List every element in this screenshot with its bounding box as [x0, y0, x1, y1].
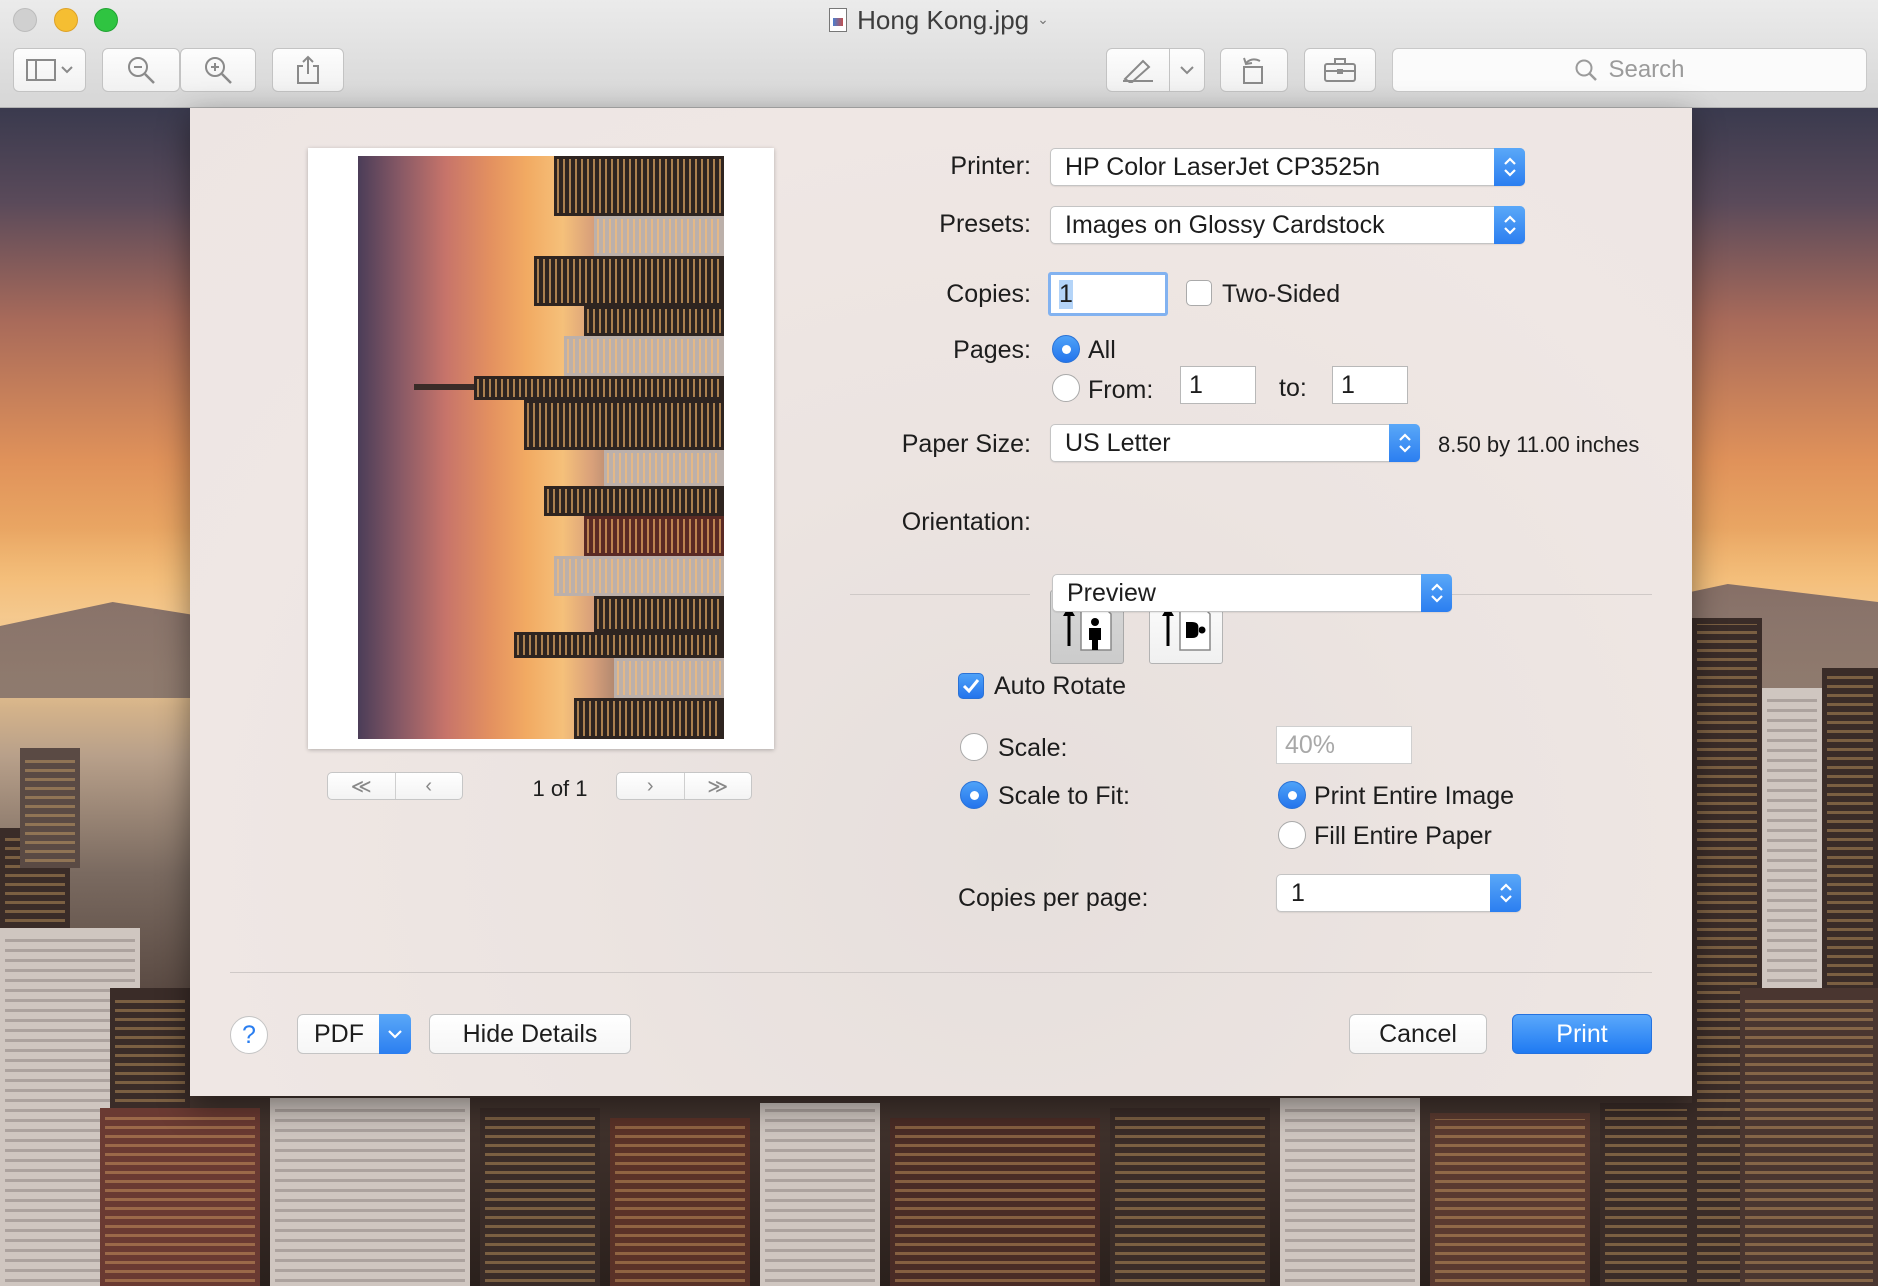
two-sided-checkbox[interactable]	[1186, 280, 1212, 306]
popup-arrows-icon	[1389, 424, 1420, 462]
toolbox-button[interactable]	[1304, 48, 1376, 92]
help-icon: ?	[242, 1020, 256, 1049]
print-button[interactable]: Print	[1512, 1014, 1652, 1054]
zoom-out-icon	[128, 57, 155, 84]
toolbox-icon	[1324, 58, 1356, 82]
popup-arrows-icon	[1494, 148, 1525, 186]
sidebar-icon	[25, 59, 73, 81]
popup-arrows-icon	[1494, 206, 1525, 244]
auto-rotate-label: Auto Rotate	[994, 672, 1127, 700]
scale-field[interactable]: 40%	[1276, 726, 1412, 764]
cancel-label: Cancel	[1379, 1019, 1457, 1048]
page-nav-back-group: ≪ ‹	[327, 772, 463, 800]
paper-size-label: Paper Size:	[901, 430, 1031, 458]
fill-entire-paper-label: Fill Entire Paper	[1314, 822, 1492, 850]
pages-all-radio[interactable]	[1052, 335, 1080, 363]
first-page-button[interactable]: ≪	[328, 773, 395, 799]
search-placeholder: Search	[1608, 56, 1685, 83]
presets-value: Images on Glossy Cardstock	[1065, 210, 1385, 239]
paper-size-popup[interactable]: US Letter	[1050, 424, 1420, 462]
copies-field[interactable]: 1	[1048, 272, 1168, 316]
search-icon	[1575, 59, 1598, 81]
hide-details-label: Hide Details	[462, 1019, 598, 1048]
two-sided-label: Two-Sided	[1222, 280, 1341, 308]
print-entire-image-label: Print Entire Image	[1314, 782, 1515, 810]
pages-to-value: 1	[1341, 370, 1355, 399]
page-count: 1 of 1	[532, 776, 588, 801]
pages-to-label: to:	[1279, 374, 1307, 402]
print-label: Print	[1556, 1019, 1608, 1048]
section-separator	[1452, 594, 1652, 595]
pen-icon	[1123, 59, 1153, 83]
printer-value: HP Color LaserJet CP3525n	[1065, 152, 1380, 181]
cancel-button[interactable]: Cancel	[1349, 1014, 1487, 1054]
print-section-value: Preview	[1067, 578, 1156, 607]
chevron-down-icon: ⌄	[1037, 11, 1049, 27]
popup-arrows-icon	[1490, 874, 1521, 912]
pages-to-field[interactable]: 1	[1332, 366, 1408, 404]
print-entire-image-radio[interactable]	[1278, 781, 1306, 809]
scale-to-fit-radio[interactable]	[960, 781, 988, 809]
help-button[interactable]: ?	[230, 1016, 268, 1054]
footer-separator	[230, 972, 1652, 973]
pages-all-label: All	[1088, 336, 1116, 364]
pages-from-value: 1	[1189, 370, 1203, 399]
scale-to-fit-label: Scale to Fit:	[998, 782, 1130, 810]
markup-menu-button[interactable]	[1169, 48, 1205, 92]
pages-from-field[interactable]: 1	[1180, 366, 1256, 404]
presets-label: Presets:	[939, 210, 1031, 238]
checkmark-icon	[962, 679, 980, 694]
print-section-popup[interactable]: Preview	[1052, 574, 1452, 612]
copies-value: 1	[1059, 279, 1073, 309]
copies-per-page-value: 1	[1291, 878, 1305, 907]
print-preview-image	[358, 156, 724, 739]
pages-from-label: From:	[1088, 376, 1154, 404]
copies-per-page-label: Copies per page:	[958, 884, 1149, 912]
share-icon	[297, 55, 319, 84]
next-page-button[interactable]: ›	[617, 773, 684, 799]
printer-popup[interactable]: HP Color LaserJet CP3525n	[1050, 148, 1525, 186]
paper-size-value: US Letter	[1065, 428, 1171, 457]
window-titlebar: Hong Kong.jpg ⌄ Search	[0, 0, 1878, 108]
pages-range-radio[interactable]	[1052, 374, 1080, 402]
popup-arrows-icon	[1421, 574, 1452, 612]
print-dialog: ≪ ‹ 1 of 1 › ≫ Printer: HP Color LaserJe…	[190, 108, 1692, 1096]
copies-per-page-popup[interactable]: 1	[1276, 874, 1521, 912]
zoom-out-button[interactable]	[102, 48, 180, 92]
section-separator	[850, 594, 1030, 595]
scale-radio[interactable]	[960, 733, 988, 761]
hide-details-button[interactable]: Hide Details	[429, 1014, 631, 1054]
search-field[interactable]: Search	[1392, 48, 1867, 92]
zoom-in-icon	[205, 57, 232, 84]
rotate-left-icon	[1243, 57, 1263, 84]
sidebar-view-button[interactable]	[13, 48, 86, 92]
page-nav-forward-group: › ≫	[616, 772, 752, 800]
share-button[interactable]	[272, 48, 344, 92]
last-page-button[interactable]: ≫	[683, 773, 752, 799]
window-title[interactable]: Hong Kong.jpg ⌄	[0, 5, 1878, 36]
auto-rotate-checkbox[interactable]	[958, 673, 984, 699]
paper-dimensions: 8.50 by 11.00 inches	[1438, 432, 1640, 457]
scale-label: Scale:	[998, 734, 1068, 762]
chevron-down-icon	[379, 1014, 411, 1054]
fill-entire-paper-radio[interactable]	[1278, 821, 1306, 849]
jpeg-document-icon	[829, 8, 848, 32]
zoom-in-button[interactable]	[180, 48, 256, 92]
pages-label: Pages:	[953, 336, 1031, 364]
rotate-button[interactable]	[1220, 48, 1288, 92]
previous-page-button[interactable]: ‹	[394, 773, 463, 799]
pdf-label: PDF	[314, 1019, 364, 1048]
pdf-menu-button[interactable]: PDF	[297, 1014, 411, 1054]
presets-popup[interactable]: Images on Glossy Cardstock	[1050, 206, 1525, 244]
orientation-label: Orientation:	[901, 508, 1031, 536]
print-preview-page	[308, 148, 774, 749]
copies-label: Copies:	[946, 280, 1031, 308]
chevron-down-icon	[1180, 66, 1194, 75]
printer-label: Printer:	[950, 152, 1031, 180]
scale-value: 40%	[1285, 730, 1336, 759]
markup-button[interactable]	[1106, 48, 1170, 92]
window-title-text: Hong Kong.jpg	[857, 5, 1030, 35]
